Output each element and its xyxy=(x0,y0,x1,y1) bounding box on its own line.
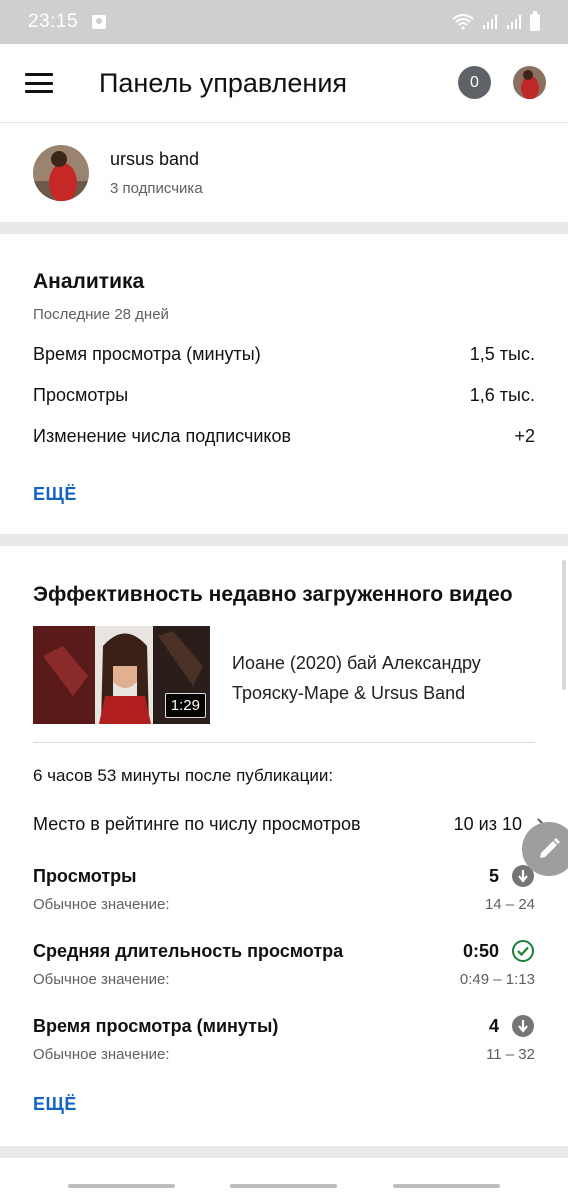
nav-home[interactable] xyxy=(230,1184,338,1188)
app-bar: Панель управления 0 xyxy=(0,44,568,123)
video-duration: 1:29 xyxy=(164,693,206,718)
metric-label: Время просмотра (минуты) xyxy=(33,344,261,364)
check-circle-icon xyxy=(512,940,534,962)
metric-row-subscribers-change: Изменение числа подписчиков +2 xyxy=(33,426,535,447)
typical-label: Обычное значение: xyxy=(33,896,170,913)
rank-row[interactable]: Место в рейтинге по числу просмотров 10 … xyxy=(33,814,548,835)
nav-recents[interactable] xyxy=(67,1184,175,1188)
channel-subscribers: 3 подписчика xyxy=(110,179,203,197)
stat-value: 4 xyxy=(488,1015,499,1036)
analytics-period: Последние 28 дней xyxy=(33,306,169,323)
metric-label: Просмотры xyxy=(33,385,129,405)
wifi-icon xyxy=(452,14,474,30)
metric-label: Изменение числа подписчиков xyxy=(33,426,292,446)
status-time: 23:15 xyxy=(28,11,79,32)
menu-icon[interactable] xyxy=(25,73,53,93)
since-published-text: 6 часов 53 минуты после публикации: xyxy=(33,766,334,785)
page-title: Панель управления xyxy=(99,67,348,98)
battery-icon xyxy=(530,10,540,31)
metric-value: 1,5 тыс. xyxy=(469,344,535,364)
recent-video-more-link[interactable]: ЕЩЁ xyxy=(33,1094,77,1115)
stat-label: Время просмотра (минуты) xyxy=(33,1015,279,1036)
analytics-more-link[interactable]: ЕЩЁ xyxy=(33,484,77,505)
video-thumbnail[interactable]: 1:29 xyxy=(33,626,210,724)
pencil-icon xyxy=(540,838,560,858)
recent-video-card: Эффективность недавно загруженного видео… xyxy=(0,546,568,1146)
metric-value: 1,6 тыс. xyxy=(469,385,535,405)
stat-avg-view-duration: Средняя длительность просмотра 0:50 Обыч… xyxy=(33,939,535,988)
rank-label: Место в рейтинге по числу просмотров xyxy=(33,814,361,834)
signal-icon-2 xyxy=(507,15,521,29)
next-card-peek xyxy=(0,1158,568,1200)
nav-back[interactable] xyxy=(393,1184,501,1188)
app-notification-icon xyxy=(92,15,107,29)
account-avatar[interactable] xyxy=(513,66,546,99)
typical-range: 14 – 24 xyxy=(484,896,535,913)
typical-range: 11 – 32 xyxy=(486,1046,535,1063)
analytics-title: Аналитика xyxy=(33,270,145,293)
typical-label: Обычное значение: xyxy=(33,971,170,988)
system-nav-bar xyxy=(0,1184,568,1188)
channel-avatar xyxy=(33,144,89,201)
stat-label: Средняя длительность просмотра xyxy=(33,940,344,961)
stat-value: 5 xyxy=(488,865,499,886)
metric-row-views: Просмотры 1,6 тыс. xyxy=(33,385,535,406)
typical-label: Обычное значение: xyxy=(33,1046,170,1063)
arrow-down-circle-icon xyxy=(512,1015,534,1037)
recent-video-section-title: Эффективность недавно загруженного видео xyxy=(33,583,513,606)
status-icons xyxy=(452,10,540,31)
divider xyxy=(33,742,535,743)
signal-icon xyxy=(483,15,497,29)
stat-value: 0:50 xyxy=(462,940,499,961)
edit-button[interactable] xyxy=(522,822,568,876)
video-title[interactable]: Иоане (2020) бай Александру Трояску-Маре… xyxy=(232,648,532,708)
notification-badge[interactable]: 0 xyxy=(458,66,491,99)
analytics-card: Аналитика Последние 28 дней Время просмо… xyxy=(0,234,568,534)
rank-value: 10 из 10 xyxy=(453,814,522,834)
status-bar: 23:15 xyxy=(0,0,568,44)
metric-value: +2 xyxy=(514,426,535,446)
channel-name: ursus band xyxy=(110,148,200,169)
metric-row-watch-time: Время просмотра (минуты) 1,5 тыс. xyxy=(33,344,535,365)
stat-label: Просмотры xyxy=(33,865,137,886)
typical-range: 0:49 – 1:13 xyxy=(459,971,535,988)
stat-watch-time: Время просмотра (минуты) 4 Обычное значе… xyxy=(33,1014,535,1063)
stat-views: Просмотры 5 Обычное значение: 14 – 24 xyxy=(33,864,535,913)
scrollbar[interactable] xyxy=(562,560,566,690)
channel-card[interactable]: ursus band 3 подписчика xyxy=(0,123,568,222)
